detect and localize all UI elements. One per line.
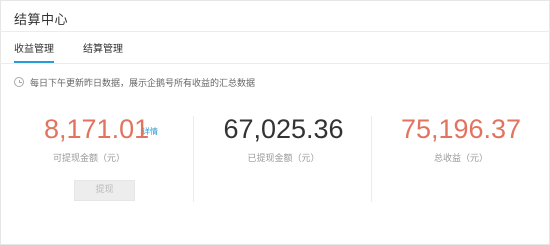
stat-divider	[193, 116, 194, 202]
tab-revenue-management[interactable]: 收益管理	[14, 40, 54, 55]
tabs-divider	[0, 63, 550, 64]
title-divider	[0, 31, 550, 32]
withdrawn-amount-value: 67,025.36	[223, 114, 344, 144]
notice-text: 每日下午更新昨日数据，展示企鹅号所有收益的汇总数据	[30, 78, 256, 89]
withdrawable-amount-label: 可提现金额（元）	[52, 154, 125, 164]
withdrawable-amount-stat: 8,171.01 可提现金额（元）	[44, 112, 164, 164]
total-revenue-label: 总收益（元）	[433, 154, 488, 164]
page-title: 结算中心	[14, 13, 69, 28]
withdrawn-amount-label: 已提现金额（元）	[247, 154, 320, 164]
stat-divider	[371, 116, 372, 202]
details-link[interactable]: 详情	[142, 126, 158, 137]
update-notice: 每日下午更新昨日数据，展示企鹅号所有收益的汇总数据	[14, 75, 255, 89]
withdraw-button[interactable]: 提现	[74, 180, 135, 201]
withdrawn-amount-stat: 67,025.36 已提现金额（元）	[211, 112, 356, 164]
total-revenue-value: 75,196.37	[400, 114, 522, 144]
total-revenue-stat: 75,196.37 总收益（元）	[396, 112, 526, 164]
clock-icon	[14, 77, 24, 87]
tab-settlement-management[interactable]: 结算管理	[83, 40, 123, 55]
